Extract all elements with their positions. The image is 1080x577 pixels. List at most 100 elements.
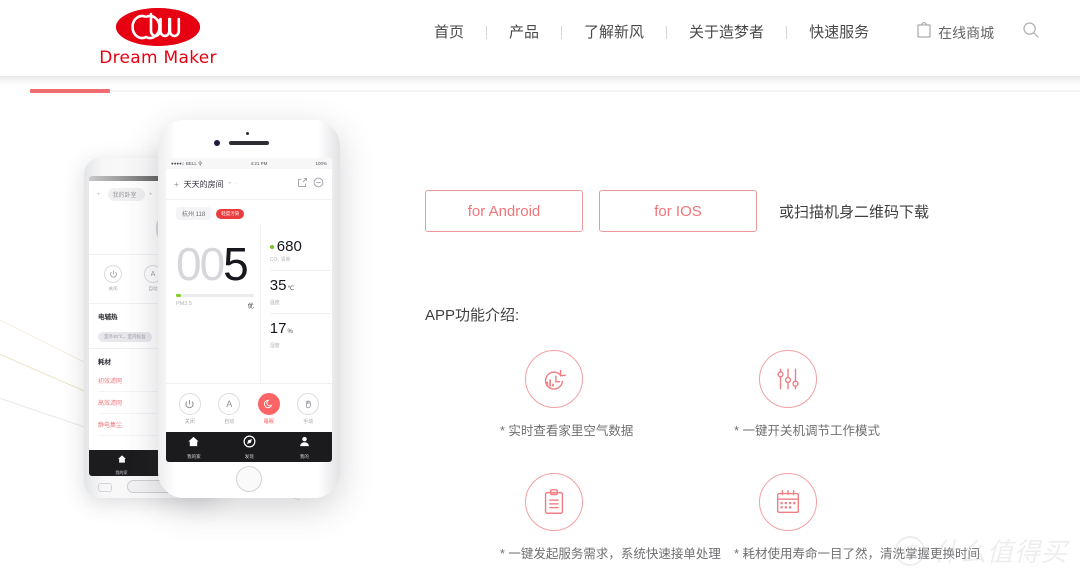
pm25-progress-bar bbox=[176, 294, 254, 297]
statusbar-time: 4:21 PM bbox=[250, 161, 268, 166]
tab-discover[interactable]: 发现 bbox=[243, 435, 256, 460]
metric-co2: 680 CO₂ 清新 bbox=[269, 232, 332, 271]
control-power[interactable]: 关闭 bbox=[178, 393, 201, 425]
room-name-label: 我的卧室 bbox=[107, 188, 145, 201]
pm25-value: 005 bbox=[176, 238, 249, 290]
hand-icon bbox=[297, 393, 320, 415]
status-badge: 室外30℃，室内标准 bbox=[98, 332, 152, 342]
iphone-home-button[interactable] bbox=[236, 466, 262, 492]
clock-chart-icon bbox=[525, 350, 583, 408]
phone-mockups: + 我的卧室 • · PM2.5 005 关闭 bbox=[40, 120, 460, 520]
power-icon bbox=[104, 265, 122, 283]
phone-mockup-primary: ●●●●○ BELL 令 4:21 PM 100% + 天天的房间 • · 杭州… bbox=[158, 120, 340, 498]
feature-caption: * 实时查看家里空气数据 bbox=[500, 424, 634, 438]
control-auto[interactable]: A 自动 bbox=[218, 393, 241, 425]
download-ios-button[interactable]: for IOS bbox=[599, 190, 757, 232]
nav-item-home[interactable]: 首页 bbox=[420, 23, 478, 43]
tab-profile[interactable]: 我的 bbox=[298, 435, 311, 460]
tab-label: 发现 bbox=[244, 453, 254, 459]
pm25-label: PM2.5 bbox=[176, 301, 192, 307]
feature-item-realtime-data: * 实时查看家里空气数据 bbox=[500, 350, 734, 439]
page-root: Dream Maker 首页 产品 了解新风 关于造梦者 快速服务 在线商城 +… bbox=[0, 0, 1080, 577]
control-label: 手动 bbox=[303, 419, 314, 425]
tab-my-home[interactable]: 我的家 bbox=[116, 451, 128, 476]
pagination-dots: • · bbox=[228, 181, 238, 187]
statusbar-carrier: ●●●●○ BELL 令 bbox=[171, 160, 203, 166]
moon-icon bbox=[257, 393, 280, 415]
metric-caption: 温度 bbox=[269, 300, 280, 306]
nav-shop-label: 在线商城 bbox=[938, 24, 995, 41]
app-navbar: + 天天的房间 • · bbox=[166, 169, 332, 200]
control-label: 关闭 bbox=[184, 419, 195, 425]
site-header: Dream Maker 首页 产品 了解新风 关于造梦者 快速服务 在线商城 bbox=[0, 0, 1080, 76]
city-label: 杭州 118 bbox=[176, 207, 212, 220]
room-title: 天天的房间 bbox=[183, 179, 224, 189]
watermark-badge: 值 bbox=[894, 535, 925, 566]
metric-value: 680 bbox=[269, 239, 332, 254]
nav-divider bbox=[786, 26, 788, 39]
shopping-bag-icon bbox=[917, 22, 931, 43]
android-menu-key[interactable] bbox=[98, 483, 112, 492]
metric-temperature: 35℃ 温度 bbox=[269, 271, 332, 314]
control-label: 关闭 bbox=[108, 286, 118, 291]
phone-sensor bbox=[246, 132, 249, 135]
site-watermark: 值 什么值得买 bbox=[894, 532, 1068, 569]
watermark-text: 什么值得买 bbox=[932, 537, 1068, 567]
feature-item-mode-control: * 一键开关机调节工作模式 bbox=[734, 350, 980, 439]
phone-primary-screen: ●●●●○ BELL 令 4:21 PM 100% + 天天的房间 • · 杭州… bbox=[166, 158, 332, 462]
metric-value: 35℃ bbox=[269, 277, 295, 294]
download-android-button[interactable]: for Android bbox=[425, 190, 583, 232]
brand-logo[interactable]: Dream Maker bbox=[73, 8, 243, 68]
nav-item-online-shop[interactable]: 在线商城 bbox=[917, 22, 994, 43]
control-power[interactable]: 关闭 bbox=[104, 265, 122, 292]
mode-controls: 关闭 A 自动 睡眠 手动 bbox=[166, 383, 332, 432]
search-icon bbox=[1022, 21, 1040, 44]
statusbar-battery: 100% bbox=[315, 161, 327, 166]
phone-speaker bbox=[229, 141, 269, 145]
pm25-level: 优 bbox=[247, 304, 254, 310]
download-section: for Android for IOS 或扫描机身二维码下载 APP功能介绍: bbox=[425, 190, 1065, 561]
nav-divider bbox=[666, 26, 668, 39]
control-manual[interactable]: 手动 bbox=[297, 393, 320, 425]
nav-item-products[interactable]: 产品 bbox=[495, 23, 553, 43]
header-shadow-divider bbox=[0, 76, 1080, 86]
control-label: 睡眠 bbox=[263, 419, 274, 425]
main-navigation: 首页 产品 了解新风 关于造梦者 快速服务 在线商城 bbox=[420, 21, 1040, 44]
nav-item-fresh-air[interactable]: 了解新风 bbox=[570, 23, 658, 43]
share-icon[interactable] bbox=[297, 175, 308, 193]
power-icon bbox=[178, 393, 201, 415]
pm25-meta: PM2.5 优 bbox=[176, 301, 254, 310]
search-button[interactable] bbox=[1022, 21, 1040, 44]
control-label: 自动 bbox=[224, 419, 235, 425]
feature-item-service-request: * 一键发起服务需求，系统快速接单处理 bbox=[500, 473, 734, 562]
nav-item-service[interactable]: 快速服务 bbox=[795, 23, 883, 43]
metric-humidity: 17% 湿度 bbox=[270, 314, 332, 356]
features-heading: APP功能介绍: bbox=[425, 307, 520, 324]
active-tab-indicator bbox=[30, 89, 110, 93]
nav-item-about[interactable]: 关于造梦者 bbox=[675, 23, 778, 43]
tab-my-home[interactable]: 我的家 bbox=[187, 435, 201, 460]
tab-label: 我的 bbox=[299, 453, 309, 459]
phone-camera bbox=[214, 140, 220, 146]
clipboard-icon bbox=[525, 473, 583, 531]
location-row: 杭州 118 轻度污染 bbox=[166, 200, 332, 224]
control-sleep[interactable]: 睡眠 bbox=[257, 393, 280, 425]
plus-icon: + bbox=[97, 191, 103, 198]
metric-value: 17% bbox=[269, 320, 293, 337]
status-dot-icon bbox=[269, 245, 274, 250]
metric-caption: 湿度 bbox=[269, 343, 280, 349]
header-rule bbox=[110, 90, 1080, 92]
logo-mark-icon bbox=[116, 8, 200, 46]
tab-label: 我的家 bbox=[187, 453, 201, 459]
air-quality-badge: 轻度污染 bbox=[216, 208, 245, 219]
auto-icon: A bbox=[218, 393, 241, 415]
feature-grid: * 实时查看家里空气数据 * 一键开关机调节工作模式 * 一键发起服务需求，系统… bbox=[500, 350, 980, 562]
minus-circle-icon[interactable] bbox=[313, 175, 324, 193]
nav-divider bbox=[561, 26, 563, 39]
plus-icon[interactable]: + bbox=[174, 180, 179, 189]
feature-caption: * 一键发起服务需求，系统快速接单处理 bbox=[500, 547, 721, 561]
download-buttons-row: for Android for IOS 或扫描机身二维码下载 bbox=[425, 190, 1065, 232]
calendar-icon bbox=[759, 473, 818, 531]
metrics-panel: 680 CO₂ 清新 35℃ 温度 17% 湿度 bbox=[259, 224, 332, 383]
nav-divider bbox=[486, 26, 488, 39]
